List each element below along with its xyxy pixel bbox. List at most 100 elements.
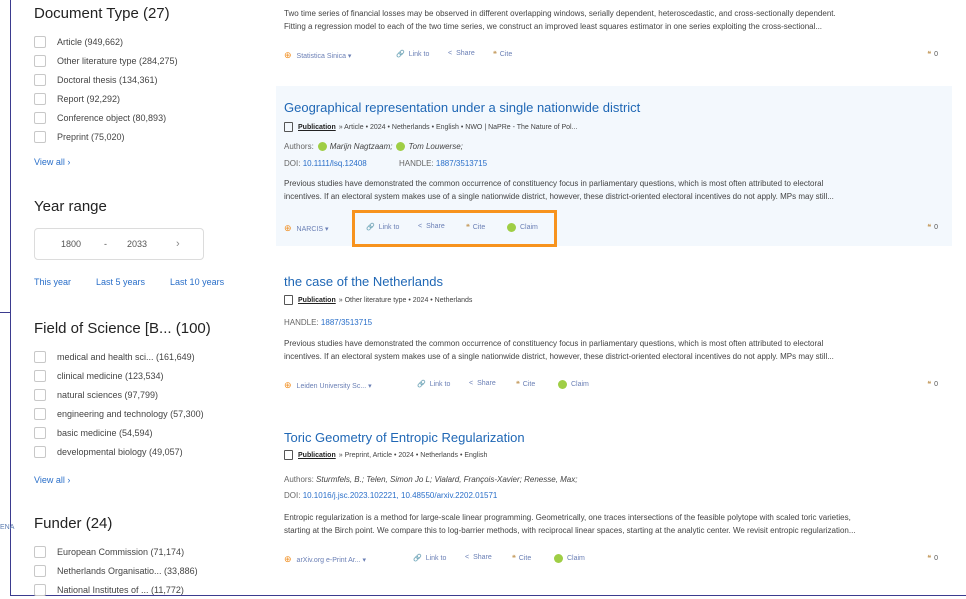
claim-button[interactable]: Claim [554,554,585,563]
filter-option[interactable]: Conference object (80,893) [34,108,178,127]
author-name[interactable]: Marijn Nagtzaam; [330,142,393,151]
checkbox[interactable] [34,130,46,143]
meta-text: » Other literature type • 2024 • Netherl… [338,296,473,304]
filter-option[interactable]: natural sciences (97,799) [34,385,204,404]
meta-text: » Article • 2024 • Netherlands • English… [338,123,578,131]
doi-link[interactable]: 10.1111/lsq.12408 [303,159,367,168]
orcid-icon [317,142,327,151]
source-dropdown[interactable]: ⊕ NARCIS ▾ [284,223,328,234]
handle-label: HANDLE: [284,318,319,327]
document-icon [284,295,293,305]
checkbox[interactable] [34,73,46,86]
filter-option[interactable]: basic medicine (54,594) [34,423,204,442]
publication-badge[interactable]: Publication [298,297,336,304]
checkbox[interactable] [34,426,46,439]
cite-button[interactable]: ❝ Cite [493,50,512,59]
link-to-button[interactable]: 🔗 Link to [396,50,429,59]
filter-option-label: natural sciences (97,799) [57,389,159,400]
abstract-line: starting at the Birch point. We compare … [284,526,856,535]
year-link-this-year[interactable]: This year [34,277,71,287]
year-link-last-10[interactable]: Last 10 years [170,277,224,287]
checkbox[interactable] [34,350,46,363]
publication-badge[interactable]: Publication [298,452,336,459]
checkbox[interactable] [34,445,46,458]
filter-option[interactable]: Preprint (75,020) [34,127,178,146]
meta-text: » Preprint, Article • 2024 • Netherlands… [338,451,488,459]
filter-option-label: basic medicine (54,594) [57,427,153,438]
filter-option[interactable]: European Commission (71,174) [34,542,198,561]
checkbox[interactable] [34,92,46,105]
result-title[interactable]: the case of the Netherlands [284,274,443,289]
share-icon: < [448,50,453,57]
filter-option-label: European Commission (71,174) [57,546,185,557]
checkbox[interactable] [34,111,46,124]
filter-option[interactable]: National Institutes of ... (11,772) [34,580,198,599]
filter-option[interactable]: engineering and technology (57,300) [34,404,204,423]
share-button[interactable]: < Share [465,554,492,561]
filter-option[interactable]: medical and health sci... (161,649) [34,347,204,366]
checkbox[interactable] [34,545,46,558]
year-range-input[interactable]: 1800 - 2033 › [34,228,204,260]
link-to-label: Link to [429,380,451,388]
result-title[interactable]: Toric Geometry of Entropic Regularizatio… [284,430,525,445]
source-dropdown[interactable]: ⊕ Leiden University Sc... ▾ [284,380,372,391]
result-actions: ⊕ Statistica Sinica ▾ 🔗 Link to < Share ❝ Ci… [276,47,952,63]
checkbox[interactable] [34,388,46,401]
publication-badge[interactable]: Publication [298,124,336,131]
filter-option[interactable]: developmental biology (49,057) [34,442,204,461]
authors: Authors: Sturmfels, B.; Telen, Simon Jo … [284,475,577,484]
filter-option[interactable]: Doctoral thesis (134,361) [34,70,178,89]
identifiers: HANDLE: 1887/3513715 [284,318,372,327]
link-icon: 🔗 [396,51,405,58]
link-to-button[interactable]: 🔗 Link to [413,554,446,563]
source-label: arXiv.org e-Print Ar... ▾ [296,556,367,564]
filter-option[interactable]: Other literature type (284,275) [34,51,178,70]
link-to-button[interactable]: 🔗 Link to [417,380,451,389]
checkbox[interactable] [34,369,46,382]
share-button[interactable]: < Share [448,50,475,57]
result-card: Two time series of financial losses may … [276,0,952,70]
filter-option[interactable]: clinical medicine (123,534) [34,366,204,385]
authors: Authors: Marijn Nagtzaam; Tom Louwerse; [284,142,463,151]
doi-link[interactable]: 10.1016/j.jsc.2023.102221, 10.48550/arxi… [303,491,498,500]
handle-link[interactable]: 1887/3513715 [321,318,372,327]
checkbox[interactable] [34,564,46,577]
filter-option[interactable]: Report (92,292) [34,89,178,108]
filter-option-label: medical and health sci... (161,649) [57,351,195,362]
year-from-input[interactable]: 1800 [61,239,81,249]
share-button[interactable]: < Share [469,380,496,387]
cite-label: Cite [518,554,532,562]
filter-option-label: Netherlands Organisatio... (33,886) [57,565,198,576]
view-all-link[interactable]: View all › [34,475,70,485]
handle-label: HANDLE: [398,159,434,168]
share-label: Share [473,554,492,561]
source-dropdown[interactable]: ⊕ Statistica Sinica ▾ [284,50,351,61]
author-name[interactable]: Tom Louwerse; [408,142,462,151]
checkbox[interactable] [34,583,46,596]
filter-option-label: Conference object (80,893) [57,112,167,123]
handle-link[interactable]: 1887/3513715 [436,159,487,168]
year-to-input[interactable]: 2033 [127,239,147,249]
cite-label: Cite [522,380,536,388]
chevron-right-icon[interactable]: › [176,238,180,250]
view-all-link[interactable]: View all › [34,157,70,167]
filter-title: Document Type (27) [34,5,170,22]
cite-button[interactable]: ❝ Cite [516,380,536,389]
highlight-annotation-box [352,210,557,247]
open-access-icon: ⊕ [284,223,292,233]
source-dropdown[interactable]: ⊕ arXiv.org e-Print Ar... ▾ [284,554,366,565]
year-link-last-5[interactable]: Last 5 years [96,277,145,287]
result-card: Toric Geometry of Entropic Regularizatio… [276,418,952,588]
filter-option[interactable]: Article (949,662) [34,32,178,51]
filter-document-type: Document Type (27) [34,5,170,22]
claim-button[interactable]: Claim [558,380,589,389]
result-title[interactable]: Geographical representation under a sing… [284,100,640,115]
frame-line [10,0,11,596]
cite-button[interactable]: ❝ Cite [512,554,532,563]
checkbox[interactable] [34,35,46,48]
filter-option[interactable]: Netherlands Organisatio... (33,886) [34,561,198,580]
checkbox[interactable] [34,407,46,420]
result-actions: ⊕ arXiv.org e-Print Ar... ▾ 🔗 Link to < Sha… [276,551,952,567]
author-names[interactable]: Sturmfels, B.; Telen, Simon Jo L; Vialar… [316,475,577,484]
checkbox[interactable] [34,54,46,67]
